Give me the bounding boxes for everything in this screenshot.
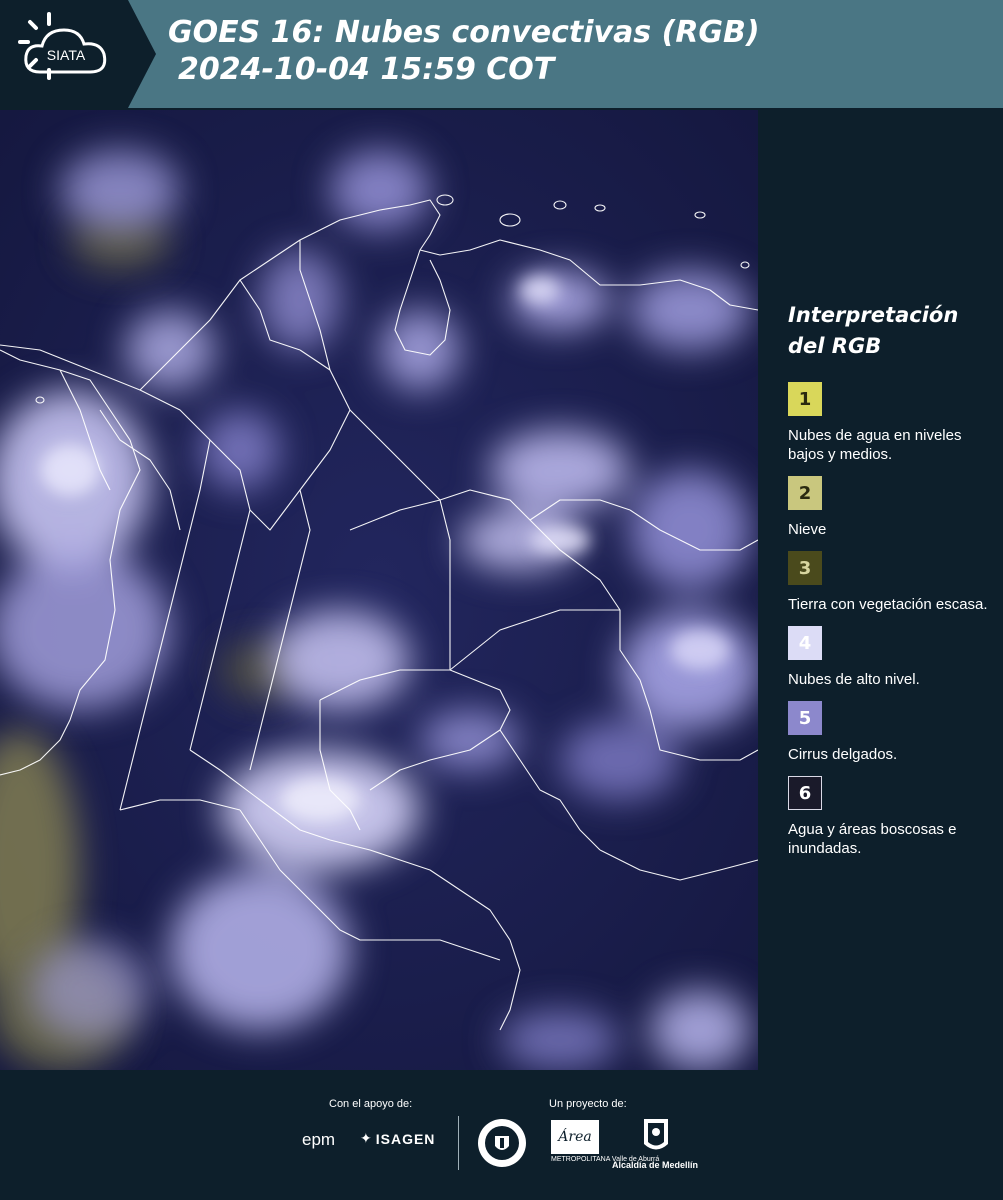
epm-logo[interactable]: epm <box>302 1130 335 1150</box>
legend-item: 3 Tierra con vegetación escasa. <box>788 551 993 614</box>
legend-swatch: 2 <box>788 476 822 510</box>
legend-swatch: 5 <box>788 701 822 735</box>
legend-items: 1 Nubes de agua en niveles bajos y medios… <box>788 382 993 858</box>
isagen-icon: ✦ <box>360 1130 372 1146</box>
legend-label: Tierra con vegetación escasa. <box>788 596 988 613</box>
title-product: GOES 16: Nubes convectivas (RGB) <box>168 15 760 50</box>
alcaldia-label: Alcaldía de Medellín <box>612 1160 699 1170</box>
support-label: Con el apoyo de: <box>329 1098 413 1110</box>
rgb-satellite-image <box>0 110 758 1070</box>
legend-swatch: 1 <box>788 382 822 416</box>
page-title: GOES 16: Nubes convectivas (RGB) 2024-10… <box>168 14 760 88</box>
siata-logo[interactable]: SIATA <box>0 0 156 108</box>
svg-text:SIATA: SIATA <box>47 47 86 63</box>
amva-subtitle: METROPOLITANA Valle de Aburrá <box>551 1156 660 1163</box>
legend-swatch: 3 <box>788 551 822 585</box>
satellite-map[interactable] <box>0 110 758 1070</box>
alcaldia-shield-icon[interactable] <box>643 1118 669 1156</box>
isagen-logo[interactable]: ✦ ISAGEN <box>360 1130 435 1147</box>
legend-item: 1 Nubes de agua en niveles bajos y medios… <box>788 382 993 464</box>
title-timestamp: 2024-10-04 15:59 COT <box>178 52 555 87</box>
legend-label: Nubes de alto nivel. <box>788 671 920 688</box>
legend-swatch: 6 <box>788 776 822 810</box>
legend-label: Agua y áreas boscosas e inundadas. <box>788 821 957 857</box>
legend-item: 6 Agua y áreas boscosas e inundadas. <box>788 776 993 858</box>
project-label: Un proyecto de: <box>549 1098 627 1110</box>
legend-title: Interpretación del RGB <box>788 303 959 358</box>
legend-label: Nubes de agua en niveles bajos y medios. <box>788 427 962 463</box>
footer-divider <box>458 1116 459 1170</box>
legend-label: Cirrus delgados. <box>788 746 898 763</box>
area-metropolitana-logo[interactable]: Área <box>551 1120 599 1154</box>
legend-item: 2 Nieve <box>788 476 993 539</box>
footer: Con el apoyo de: Un proyecto de: epm ✦ I… <box>0 1070 1003 1200</box>
legend-label: Nieve <box>788 521 827 538</box>
legend-item: 4 Nubes de alto nivel. <box>788 626 993 689</box>
legend-item: 5 Cirrus delgados. <box>788 701 993 764</box>
siata-logo-icon: SIATA <box>0 0 156 108</box>
amva-logo-text: Área <box>558 1129 592 1145</box>
legend-swatch: 4 <box>788 626 822 660</box>
medellin-seal-icon[interactable] <box>477 1118 527 1168</box>
header-bar: SIATA GOES 16: Nubes convectivas (RGB) 2… <box>0 0 1003 108</box>
rgb-legend: Interpretación del RGB 1 Nubes de agua en… <box>788 300 993 870</box>
